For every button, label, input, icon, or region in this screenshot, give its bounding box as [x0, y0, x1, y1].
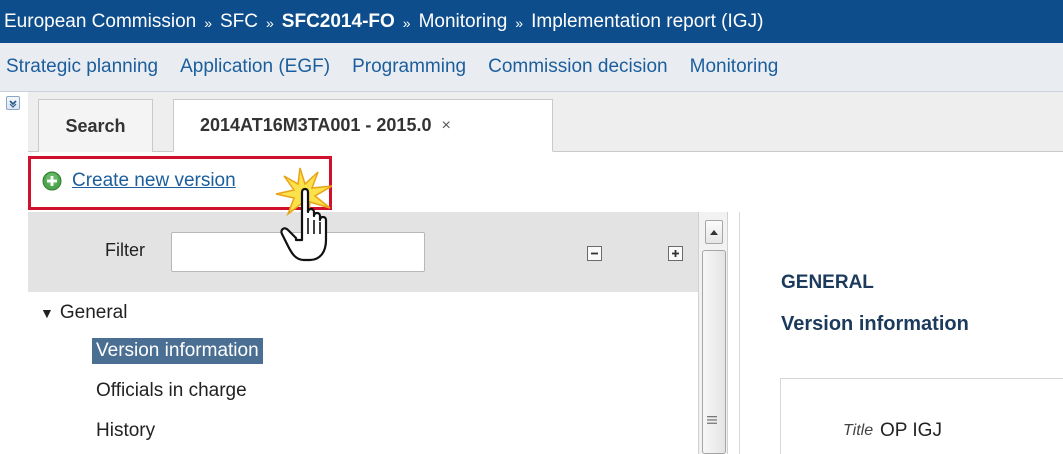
version-info-card: [780, 378, 1063, 454]
tree-item-officials-in-charge[interactable]: Officials in charge: [96, 380, 247, 402]
title-field-label: Title: [843, 422, 874, 439]
menu-item-strategic-planning[interactable]: Strategic planning: [6, 56, 158, 78]
menu-item-application-egf[interactable]: Application (EGF): [180, 56, 330, 78]
menu-item-commission-decision[interactable]: Commission decision: [488, 56, 668, 78]
breadcrumb-separator: »: [515, 14, 524, 31]
tree-group-label: General: [59, 302, 128, 323]
tab-search-label: Search: [65, 115, 126, 136]
section-title: GENERAL: [781, 272, 874, 293]
scrollbar-grip-icon: [707, 416, 717, 424]
breadcrumb-separator: »: [266, 14, 274, 31]
breadcrumb-implementation-report: Implementation report (IGJ): [531, 10, 764, 32]
close-icon[interactable]: ×: [441, 117, 450, 135]
create-new-version-label: Create new version: [72, 170, 236, 191]
left-gutter: [0, 92, 28, 454]
panel-splitter[interactable]: [728, 212, 740, 454]
breadcrumb-european-commission[interactable]: European Commission: [4, 11, 196, 33]
breadcrumb-sfc[interactable]: SFC: [220, 11, 258, 33]
create-new-version-button[interactable]: Create new version: [42, 170, 236, 192]
collapse-all-icon[interactable]: [587, 246, 602, 261]
title-field-value: OP IGJ: [880, 420, 942, 441]
scroll-up-arrow-icon[interactable]: [705, 220, 723, 244]
tree-item-history[interactable]: History: [96, 420, 155, 442]
tab-search[interactable]: Search: [38, 99, 153, 152]
breadcrumb-separator: »: [204, 14, 212, 31]
expanded-triangle-icon: ▼: [40, 305, 54, 321]
filter-label: Filter: [105, 240, 145, 260]
breadcrumb-separator: »: [402, 14, 411, 31]
tree-group-general[interactable]: ▼ General: [40, 302, 127, 324]
add-circle-icon: [42, 171, 62, 191]
tab-strip: Search 2014AT16M3TA001 - 2015.0 ×: [28, 92, 1063, 152]
menu-item-programming[interactable]: Programming: [352, 56, 466, 78]
collapse-toggle-icon[interactable]: [6, 96, 20, 110]
breadcrumb: European Commission » SFC » SFC2014-FO »…: [0, 0, 1063, 43]
breadcrumb-sfc2014-fo[interactable]: SFC2014-FO: [282, 11, 395, 33]
section-subtitle: Version information: [781, 313, 969, 335]
breadcrumb-monitoring[interactable]: Monitoring: [419, 11, 508, 33]
tab-report-label: 2014AT16M3TA001 - 2015.0: [200, 115, 432, 135]
tree-item-version-information[interactable]: Version information: [92, 338, 263, 364]
hand-cursor-icon: [270, 160, 350, 270]
tab-implementation-report[interactable]: 2014AT16M3TA001 - 2015.0 ×: [173, 99, 553, 152]
expand-all-icon[interactable]: [668, 246, 683, 261]
menu-item-monitoring[interactable]: Monitoring: [690, 56, 779, 78]
main-menu: Strategic planning Application (EGF) Pro…: [0, 43, 1063, 92]
